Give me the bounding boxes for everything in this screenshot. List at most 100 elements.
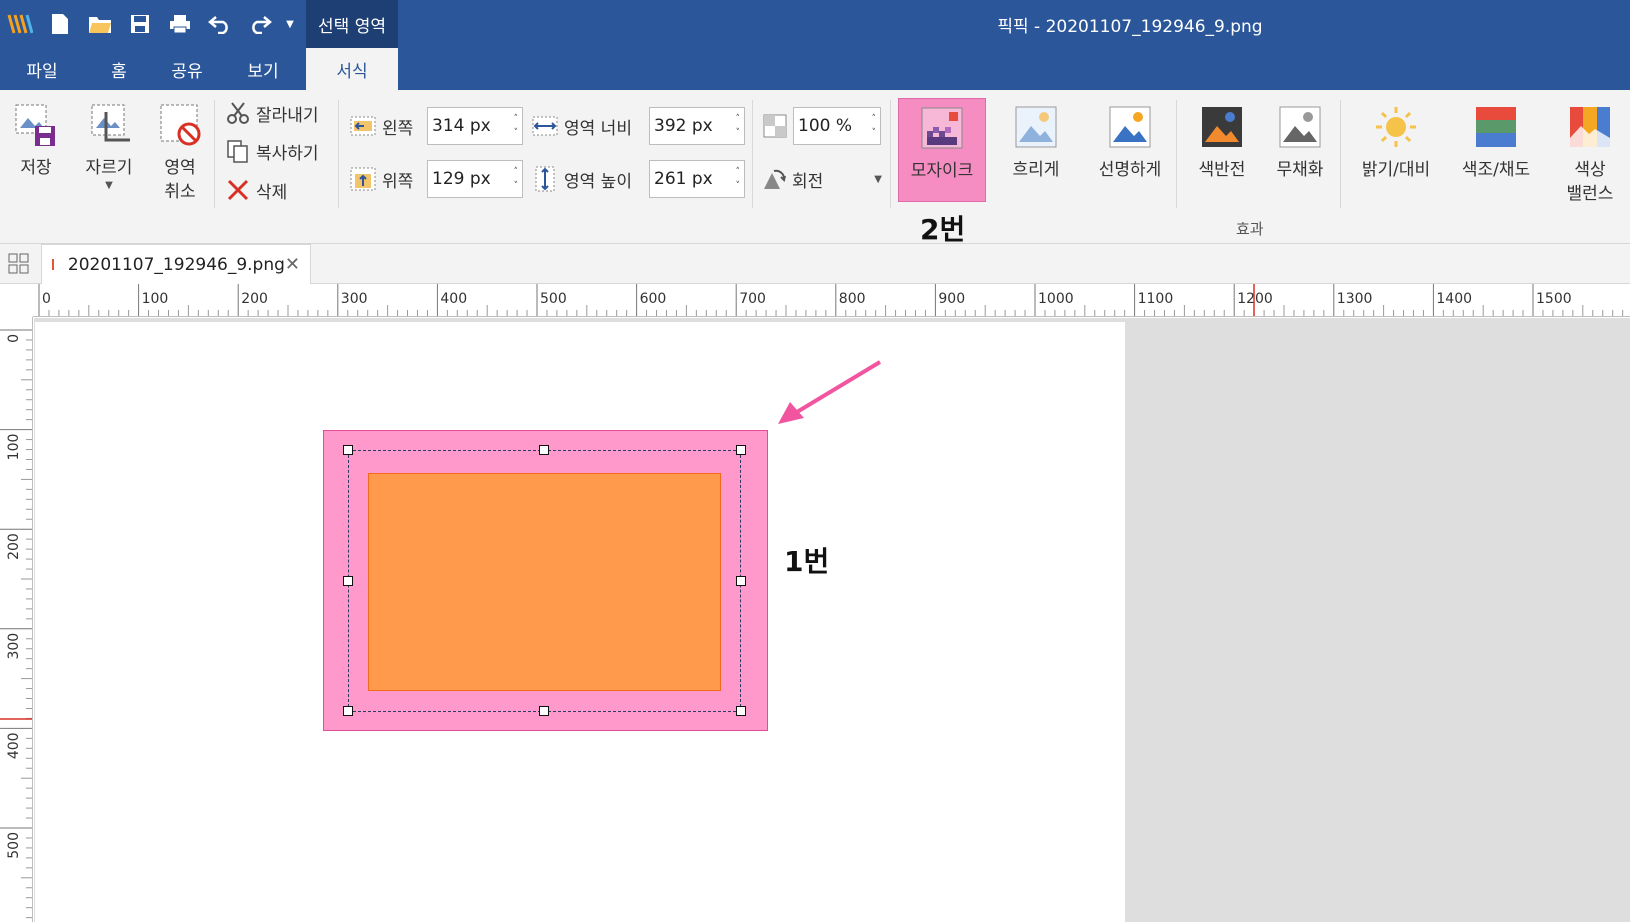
height-value: 261 px [654, 169, 713, 189]
cut-button[interactable]: 잘라내기 [226, 98, 319, 128]
left-label: 왼쪽 [382, 118, 414, 139]
mosaic-button[interactable]: 모자이크 [898, 98, 986, 202]
dropdown-icon[interactable]: ▼ [280, 0, 300, 48]
ruler-h-label: 800 [839, 291, 866, 307]
rotate-button[interactable]: 회전 ▼ [762, 164, 882, 194]
ribbon-separator [214, 100, 215, 208]
cancel-selection-button[interactable]: 영역 취소 [148, 102, 212, 204]
window-title: 픽픽 - 20201107_192946_9.png [997, 16, 1263, 37]
invert-button[interactable]: 색반전 [1184, 104, 1260, 182]
selection-handle-top-right[interactable] [736, 445, 746, 455]
hue-saturation-button[interactable]: 색조/채도 [1448, 104, 1544, 182]
tab-file[interactable]: 파일 [0, 48, 84, 90]
selection-handle-bottom[interactable] [539, 706, 549, 716]
ribbon-separator [752, 100, 753, 208]
hue-label: 색조/채도 [1461, 160, 1531, 180]
app-logo-icon[interactable] [0, 0, 40, 48]
delete-x-icon [226, 178, 250, 202]
top-stepper[interactable]: ˄ ˅ [514, 165, 519, 193]
quick-access-toolbar: ▼ [0, 0, 300, 48]
top-input[interactable]: 129 px ˄ ˅ [427, 160, 523, 198]
crop-label: 자르기 [85, 158, 133, 178]
ruler-h-label: 1300 [1337, 291, 1373, 307]
sharpen-button[interactable]: 선명하게 [1082, 104, 1178, 182]
ruler-h-label: 1400 [1436, 291, 1472, 307]
zoom-value: 100 % [798, 116, 853, 136]
sharpen-label: 선명하게 [1098, 160, 1162, 180]
ruler-v-label: 200 [6, 533, 22, 560]
save-button[interactable]: 저장 [6, 102, 66, 180]
cancel-selection-label-1: 영역 [164, 158, 196, 178]
selection-handle-top[interactable] [539, 445, 549, 455]
left-field-label: 왼쪽 [350, 107, 413, 145]
vertical-ruler: 0 100 200 300 400 500 [0, 317, 33, 922]
annotation-1: 1번 [784, 545, 830, 578]
context-tab-header: 선택 영역 [306, 0, 398, 48]
selection-handle-right[interactable] [736, 576, 746, 586]
sharpen-icon [1107, 104, 1153, 150]
blur-button[interactable]: 흐리게 [994, 104, 1078, 182]
print-icon[interactable] [160, 0, 200, 48]
selection-marquee[interactable] [348, 450, 741, 712]
title-bar: ▼ 선택 영역 픽픽 - 20201107_192946_9.png [0, 0, 1630, 48]
tab-view[interactable]: 보기 [220, 48, 306, 90]
mosaic-label: 모자이크 [910, 161, 974, 181]
redo-icon[interactable] [240, 0, 280, 48]
ribbon-separator [1176, 100, 1177, 208]
selection-handle-bottom-right[interactable] [736, 706, 746, 716]
tab-share[interactable]: 공유 [154, 48, 220, 90]
grayscale-button[interactable]: 무채화 [1262, 104, 1338, 182]
copy-label: 복사하기 [256, 143, 319, 164]
ruler-v-label: 500 [6, 832, 22, 859]
crop-button[interactable]: 자르기 ▼ [78, 102, 140, 192]
rotate-dropdown-icon[interactable]: ▼ [874, 174, 882, 185]
width-icon [532, 113, 558, 139]
color-balance-label-2: 밸런스 [1566, 184, 1614, 204]
grid-view-icon[interactable] [8, 253, 30, 275]
brightness-contrast-button[interactable]: 밝기/대비 [1348, 104, 1444, 182]
blur-label: 흐리게 [1012, 160, 1060, 180]
ruler-h-label: 400 [440, 291, 467, 307]
selection-handle-bottom-left[interactable] [343, 706, 353, 716]
save-icon[interactable] [120, 0, 160, 48]
horizontal-ruler: 0 100 200 300 400 500 600 700 800 900 1000 1100 1200… [0, 284, 1630, 317]
crop-dropdown-icon[interactable]: ▼ [105, 180, 113, 192]
delete-label: 삭제 [256, 182, 288, 203]
zoom-input[interactable]: 100 % ˄ ˅ [793, 107, 881, 145]
hue-icon [1473, 104, 1519, 150]
grayscale-icon [1277, 104, 1323, 150]
height-stepper[interactable]: ˄ ˅ [736, 165, 741, 193]
rotate-label: 회전 [792, 171, 824, 192]
top-position-icon [350, 166, 376, 192]
ruler-h-label: 300 [341, 291, 368, 307]
color-balance-button[interactable]: 색상 밸런스 [1552, 104, 1628, 206]
ribbon-separator [338, 100, 339, 208]
document-tab[interactable]: 20201107_192946_9.png ✕ [41, 244, 311, 284]
width-stepper[interactable]: ˄ ˅ [736, 112, 741, 140]
undo-icon[interactable] [200, 0, 240, 48]
ruler-v-label: 0 [6, 334, 22, 343]
left-input[interactable]: 314 px ˄ ˅ [427, 107, 523, 145]
scissors-icon [226, 101, 250, 125]
save-image-icon [13, 102, 59, 148]
color-balance-label-1: 색상 [1574, 160, 1606, 180]
selection-handle-left[interactable] [343, 576, 353, 586]
tab-home[interactable]: 홈 [84, 48, 154, 90]
open-folder-icon[interactable] [80, 0, 120, 48]
tab-format[interactable]: 서식 [306, 48, 398, 90]
selection-handle-top-left[interactable] [343, 445, 353, 455]
close-tab-icon[interactable]: ✕ [285, 254, 300, 275]
delete-button[interactable]: 삭제 [226, 175, 287, 205]
width-input[interactable]: 392 px ˄ ˅ [649, 107, 745, 145]
ruler-h-label: 1100 [1138, 291, 1174, 307]
new-file-icon[interactable] [40, 0, 80, 48]
left-stepper[interactable]: ˄ ˅ [514, 112, 519, 140]
save-label: 저장 [20, 158, 52, 178]
copy-button[interactable]: 복사하기 [226, 136, 319, 166]
grayscale-label: 무채화 [1276, 160, 1324, 180]
annotation-2: 2번 [920, 213, 966, 246]
rotate-icon [762, 167, 786, 191]
zoom-stepper[interactable]: ˄ ˅ [872, 112, 877, 140]
height-input[interactable]: 261 px ˄ ˅ [649, 160, 745, 198]
ribbon: 저장 자르기 ▼ 영역 취소 잘라내기 복사하기 삭제 왼쪽 314 px ˄ … [0, 90, 1630, 246]
